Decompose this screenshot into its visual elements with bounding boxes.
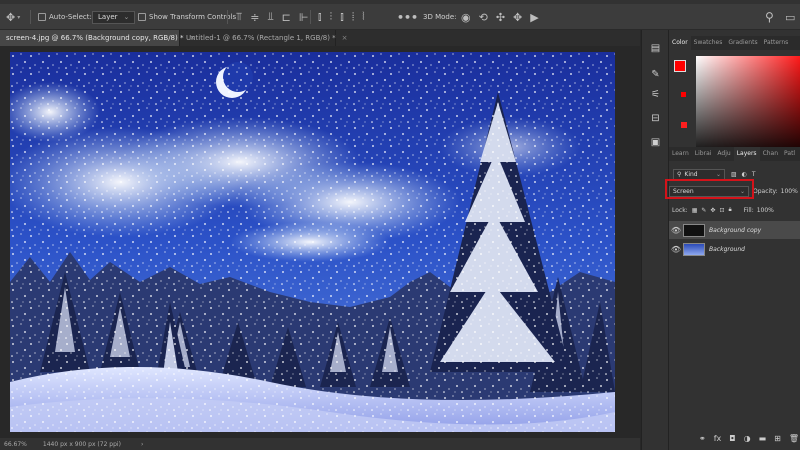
close-icon[interactable]: ×	[342, 34, 348, 42]
clone-source-icon[interactable]: ⊟	[649, 112, 662, 125]
zoom-level[interactable]: 66.67%	[4, 441, 27, 448]
search-icon[interactable]: ⚲	[765, 4, 774, 30]
layer-thumbnail	[683, 242, 705, 256]
show-transform-checkbox[interactable]: Show Transform Controls	[138, 4, 236, 30]
lock-row: Lock: ▦ ✎ ✥ ⊡ 🔒︎ Fill: 100%	[669, 203, 800, 217]
3d-scale-icon[interactable]: ▶	[530, 11, 538, 24]
tab-channels[interactable]: Chan	[760, 147, 781, 161]
panel-tool-strip: ▤ ✎ ⚟ ⊟ ▣	[641, 30, 668, 450]
lock-all-icon[interactable]: 🔒︎	[728, 206, 731, 214]
distribute-icons: ⫾ ⫶ ⫾ ⦙ ⦚	[318, 4, 365, 30]
tab-color[interactable]: Color	[669, 36, 691, 50]
layer-thumbnail	[683, 223, 705, 237]
history-icon[interactable]: ▤	[649, 42, 662, 55]
align-top-icon[interactable]: ⫪	[236, 10, 242, 24]
delete-layer-icon[interactable]: 🗑︎	[789, 434, 799, 448]
canvas-area[interactable]	[0, 46, 640, 438]
tab-swatches[interactable]: Swatches	[691, 36, 726, 50]
link-layers-icon[interactable]: ⚭	[699, 434, 706, 448]
align-vcenter-icon[interactable]: ≑	[250, 11, 259, 24]
move-tool-icon[interactable]: ✥ ▾	[6, 4, 20, 30]
tab-learn[interactable]: Learn	[669, 147, 692, 161]
3d-slide-icon[interactable]: ✥	[513, 11, 522, 24]
tab-gradients[interactable]: Gradients	[725, 36, 760, 50]
opacity-label: Opacity:	[753, 187, 778, 195]
layers-panel-tabs: Learn Librai Adju Layers Chan Patl	[669, 147, 800, 161]
layer-background[interactable]: 👁︎ Background	[669, 240, 800, 258]
options-bar: ✥ ▾ Auto-Select: Layer ⌄ Show Transform Co…	[0, 4, 800, 30]
color-panel-tabs: Color Swatches Gradients Patterns	[669, 36, 800, 50]
fill-label: Fill:	[743, 206, 754, 214]
fx-icon[interactable]: fx	[714, 434, 722, 448]
auto-select-checkbox[interactable]: Auto-Select:	[38, 4, 92, 30]
layer-background-copy[interactable]: 👁︎ Background copy	[669, 221, 800, 239]
3d-pan-icon[interactable]: ✣	[496, 11, 505, 24]
distribute-bottom-icon[interactable]: ⫾	[340, 10, 344, 24]
actions-icon[interactable]: ▣	[649, 136, 662, 149]
lock-label: Lock:	[672, 206, 688, 214]
tab-screen-4[interactable]: screen-4.jpg @ 66.7% (Background copy, R…	[0, 30, 195, 46]
more-options-icon[interactable]: •••	[397, 4, 418, 30]
new-layer-icon[interactable]: ⊞	[774, 434, 781, 448]
tab-adjustments[interactable]: Adju	[714, 147, 733, 161]
brush-settings-icon[interactable]: ✎	[649, 68, 662, 81]
web-color-icon	[681, 122, 687, 128]
distribute-left-icon[interactable]: ⦙	[352, 10, 354, 24]
distribute-vcenter-icon[interactable]: ⫶	[330, 10, 333, 24]
kind-filter-dropdown[interactable]: ⚲ Kind ⌄	[673, 168, 725, 180]
distribute-hcenter-icon[interactable]: ⦚	[362, 10, 364, 24]
color-field[interactable]	[696, 56, 800, 160]
align-bottom-icon[interactable]: ⫫	[267, 10, 273, 24]
distribute-top-icon[interactable]: ⫾	[318, 10, 322, 24]
align-hcenter-icon[interactable]: ⊩	[299, 11, 309, 24]
eye-icon[interactable]: 👁︎	[669, 245, 683, 254]
3d-mode-icons: ◉ ⟲ ✣ ✥ ▶	[461, 4, 539, 30]
tab-patterns[interactable]: Patterns	[761, 36, 792, 50]
add-mask-icon[interactable]: ◘	[729, 434, 735, 448]
tab-libraries[interactable]: Librai	[692, 147, 715, 161]
tab-untitled-1[interactable]: Untitled-1 @ 66.7% (Rectangle 1, RGB/8) …	[180, 30, 348, 46]
blend-mode-highlight	[665, 179, 754, 199]
chevron-right-icon[interactable]: ›	[141, 441, 143, 448]
3d-mode-label: 3D Mode:	[423, 13, 457, 21]
tab-paths[interactable]: Patl	[781, 147, 798, 161]
document-image[interactable]	[10, 52, 615, 432]
opacity-field[interactable]: 100%	[781, 188, 798, 195]
document-tabs: screen-4.jpg @ 66.7% (Background copy, R…	[0, 30, 640, 46]
align-icons: ⫪ ≑ ⫫ ⊏ ⊩	[236, 4, 308, 30]
filter-image-icon[interactable]: ▨	[731, 171, 737, 178]
lock-artboard-icon[interactable]: ⊡	[719, 207, 724, 214]
gamut-warning-icon	[681, 92, 686, 97]
search-icon: ⚲	[677, 170, 682, 178]
adjustment-layer-icon[interactable]: ◑	[744, 434, 751, 448]
align-left-icon[interactable]: ⊏	[282, 11, 291, 24]
lock-position-icon[interactable]: ✥	[710, 207, 715, 214]
right-panels: Color Swatches Gradients Patterns Learn …	[665, 30, 800, 450]
fill-field[interactable]: 100%	[757, 207, 774, 214]
status-bar: 66.67% 1440 px x 900 px (72 ppi) ›	[0, 438, 640, 450]
layer-dropdown[interactable]: Layer ⌄	[92, 4, 136, 30]
lock-image-icon[interactable]: ✎	[701, 207, 706, 214]
3d-rotate-icon[interactable]: ◉	[461, 11, 471, 24]
lock-transparent-icon[interactable]: ▦	[692, 207, 698, 214]
3d-roll-icon[interactable]: ⟲	[479, 11, 488, 24]
layers-bottom-toolbar: ⚭ fx ◘ ◑ ▬ ⊞ 🗑︎	[699, 434, 799, 448]
document-size: 1440 px x 900 px (72 ppi)	[42, 440, 121, 448]
foreground-color-swatch[interactable]	[674, 60, 686, 72]
tab-layers[interactable]: Layers	[733, 147, 760, 161]
filter-adjust-icon[interactable]: ◐	[742, 171, 747, 178]
eye-icon[interactable]: 👁︎	[669, 226, 683, 235]
new-group-icon[interactable]: ▬	[759, 434, 767, 448]
properties-icon[interactable]: ⚟	[649, 88, 662, 101]
filter-type-icon[interactable]: T	[752, 171, 756, 178]
workspace-icon[interactable]: ▭	[785, 4, 795, 30]
